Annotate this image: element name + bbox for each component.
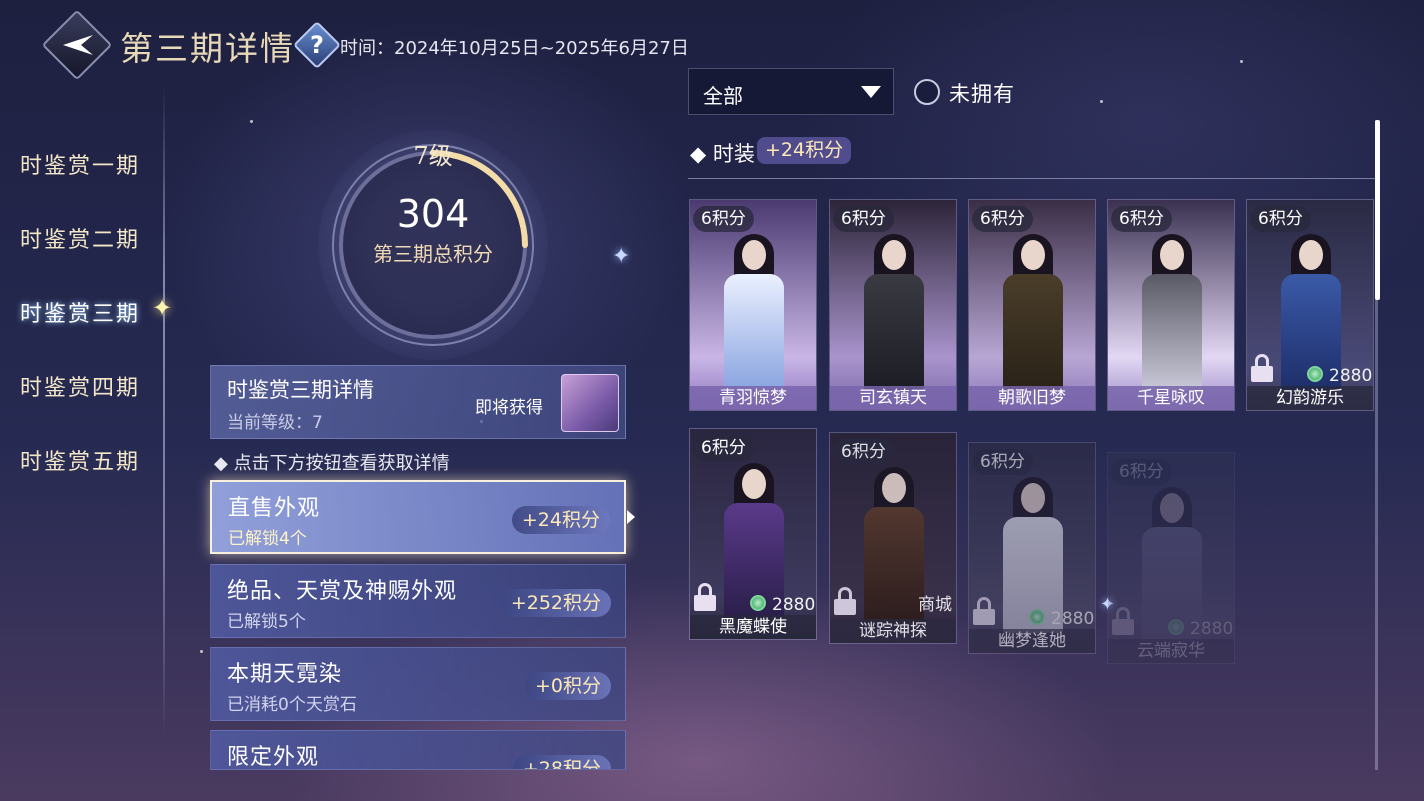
costume-points: 6积分 xyxy=(833,439,894,465)
section-title: ◆ 时装 xyxy=(690,142,755,166)
upcoming-reward-thumbnail[interactable] xyxy=(561,374,619,432)
lock-icon xyxy=(834,587,856,615)
costume-name: 云端寂华 xyxy=(1108,639,1234,663)
star xyxy=(1240,60,1243,63)
costume-card[interactable]: 6积分 2880 幽梦逢她 xyxy=(968,442,1096,654)
star xyxy=(200,650,203,653)
back-arrow-icon xyxy=(63,35,93,55)
score-card-sub: 已解锁5个 xyxy=(227,612,306,632)
page-title: 第三期详情 xyxy=(120,29,295,68)
costume-name: 朝歌旧梦 xyxy=(969,386,1095,410)
total-score: 304 xyxy=(396,192,470,236)
current-level: 当前等级：7 xyxy=(227,413,323,433)
costume-name: 千星咏叹 xyxy=(1108,386,1234,410)
costume-points: 6积分 xyxy=(1250,206,1311,232)
costume-card[interactable]: 6积分 司玄镇天 xyxy=(829,199,957,411)
nav-divider xyxy=(163,85,165,735)
star xyxy=(250,120,253,123)
costume-card[interactable]: 6积分 2880 幻韵游乐 xyxy=(1246,199,1374,411)
costume-name: 谜踪神探 xyxy=(830,619,956,643)
costume-points: 6积分 xyxy=(833,206,894,232)
costume-name: 司玄镇天 xyxy=(830,386,956,410)
score-badge: +0积分 xyxy=(524,672,611,700)
nav-item-period-5[interactable]: 时鉴赏五期 xyxy=(20,444,140,476)
costume-card[interactable]: 6积分 青羽惊梦 xyxy=(689,199,817,411)
costume-price: 2880 xyxy=(1329,366,1373,386)
lock-icon xyxy=(973,597,995,625)
nav-item-period-2[interactable]: 时鉴赏二期 xyxy=(20,222,140,254)
not-owned-radio[interactable] xyxy=(914,79,940,105)
total-score-label: 第三期总积分 xyxy=(373,242,493,266)
score-card-premium[interactable]: 绝品、天赏及神赐外观 已解锁5个 +252积分 xyxy=(210,564,626,638)
costume-name: 黑魔蝶使 xyxy=(690,615,816,639)
section-title-text: 时装 xyxy=(712,142,755,166)
costume-name: 青羽惊梦 xyxy=(690,386,816,410)
costume-figure xyxy=(1003,234,1063,390)
jade-currency-icon xyxy=(1307,366,1323,382)
score-badge: +28积分 xyxy=(512,755,611,769)
jade-currency-icon xyxy=(1168,619,1184,635)
costume-points: 6积分 xyxy=(693,435,754,461)
lock-icon xyxy=(1251,354,1273,382)
active-indicator-icon: ✦ xyxy=(152,294,173,322)
hint-label: 点击下方按钮查看获取详情 xyxy=(233,453,450,474)
selected-pointer-icon xyxy=(627,510,635,524)
upcoming-reward-label: 即将获得 xyxy=(475,398,543,418)
section-score-badge: +24积分 xyxy=(757,137,852,164)
score-card-sub: 已解锁4个 xyxy=(228,529,307,549)
costume-card[interactable]: 6积分 2880 云端寂华 xyxy=(1107,452,1235,664)
hint-text: ◆ 点击下方按钮查看获取详情 xyxy=(214,453,450,474)
lock-icon xyxy=(694,583,716,611)
shop-source-label: 商城 xyxy=(918,595,952,615)
score-card-direct-sale[interactable]: 直售外观 已解锁4个 +24积分 xyxy=(210,480,626,554)
jade-currency-icon xyxy=(1029,609,1045,625)
section-divider xyxy=(688,178,1376,179)
star xyxy=(1100,100,1103,103)
nav-item-period-4[interactable]: 时鉴赏四期 xyxy=(20,370,140,402)
help-icon: ? xyxy=(310,31,324,59)
detail-title: 时鉴赏三期详情 xyxy=(227,378,374,402)
jade-currency-icon xyxy=(750,595,766,611)
costume-figure xyxy=(864,467,924,623)
score-ring: 7级 304 第三期总积分 xyxy=(318,130,548,360)
score-card-title: 本期天霓染 xyxy=(227,662,343,687)
costume-points: 6积分 xyxy=(972,206,1033,232)
score-card-title: 直售外观 xyxy=(228,496,321,521)
score-card-sub: 已消耗0个天赏石 xyxy=(227,695,357,715)
chevron-down-icon xyxy=(861,86,881,98)
costume-points: 6积分 xyxy=(1111,206,1172,232)
costume-points: 6积分 xyxy=(693,206,754,232)
costume-name: 幻韵游乐 xyxy=(1247,386,1373,410)
costume-points: 6积分 xyxy=(972,449,1033,475)
nav-item-period-3[interactable]: 时鉴赏三期 xyxy=(20,296,140,328)
scrollbar-thumb[interactable] xyxy=(1375,120,1380,300)
sparkle-icon: ✦ xyxy=(612,244,631,269)
period-time: 时间：2024年10月25日~2025年6月27日 xyxy=(340,38,689,59)
lock-icon xyxy=(1112,607,1134,635)
filter-value: 全部 xyxy=(703,84,743,108)
costume-card[interactable]: 6积分 商城 谜踪神探 xyxy=(829,432,957,644)
score-badge: +24积分 xyxy=(511,506,610,534)
costume-card[interactable]: 6积分 朝歌旧梦 xyxy=(968,199,1096,411)
nav-item-period-1[interactable]: 时鉴赏一期 xyxy=(20,148,140,180)
costume-price: 2880 xyxy=(1190,619,1234,639)
score-badge: +252积分 xyxy=(500,589,611,617)
costume-name: 幽梦逢她 xyxy=(969,629,1095,653)
costume-figure xyxy=(864,234,924,390)
costume-card[interactable]: 6积分 2880 黑魔蝶使 xyxy=(689,428,817,640)
not-owned-label[interactable]: 未拥有 xyxy=(949,78,1015,108)
category-filter-select[interactable]: 全部 xyxy=(688,68,894,115)
costume-card[interactable]: 6积分 千星咏叹 xyxy=(1107,199,1235,411)
score-card-limited[interactable]: 限定外观 +28积分 xyxy=(210,730,626,770)
costume-figure xyxy=(724,234,784,390)
score-card-dye[interactable]: 本期天霓染 已消耗0个天赏石 +0积分 xyxy=(210,647,626,721)
period-detail-card[interactable]: 时鉴赏三期详情 当前等级：7 即将获得 xyxy=(210,365,626,439)
costume-figure xyxy=(1142,234,1202,390)
level-label: 7级 xyxy=(413,142,453,170)
costume-points: 6积分 xyxy=(1111,459,1172,485)
score-card-title: 限定外观 xyxy=(227,745,320,770)
score-card-title: 绝品、天赏及神赐外观 xyxy=(227,579,458,604)
costume-price: 2880 xyxy=(772,595,816,615)
costume-price: 2880 xyxy=(1051,609,1095,629)
